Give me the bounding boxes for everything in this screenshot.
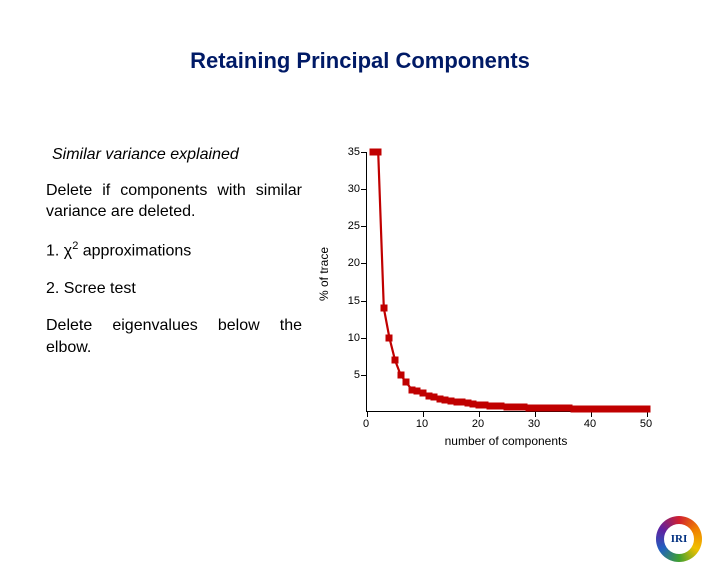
data-point [397,371,404,378]
list-item-1: 1. χ2 approximations [46,239,302,262]
data-point [644,406,651,413]
item1-suffix: approximations [78,242,191,259]
text-column: Similar variance explained Delete if com… [46,144,302,454]
y-tick [361,263,367,264]
data-point [386,334,393,341]
x-tick-label: 50 [640,418,652,430]
x-tick [535,411,536,417]
y-tick [361,301,367,302]
y-tick-label: 25 [338,220,360,232]
logo-text: IRI [664,524,694,554]
x-axis-label: number of components [366,434,646,448]
series-line [367,152,647,412]
chart-column: % of trace number of components 5 10 15 20 2… [320,144,674,454]
data-point [380,305,387,312]
y-tick [361,226,367,227]
data-point [392,357,399,364]
paragraph-2: Delete eigenvalues below the elbow. [46,315,302,358]
y-tick-label: 15 [338,295,360,307]
y-tick-label: 20 [338,257,360,269]
x-tick [479,411,480,417]
y-tick [361,189,367,190]
x-tick-label: 40 [584,418,596,430]
x-tick-label: 30 [528,418,540,430]
y-tick-label: 5 [338,369,360,381]
item1-prefix: 1. χ [46,242,72,259]
x-tick-label: 20 [472,418,484,430]
y-axis-label: % of trace [317,247,331,301]
scree-chart: % of trace number of components 51015202… [326,144,661,454]
data-point [375,149,382,156]
y-tick-label: 35 [338,146,360,158]
slide: Retaining Principal Components Similar v… [0,0,720,576]
data-point [403,379,410,386]
subtitle: Similar variance explained [52,144,302,166]
x-tick [367,411,368,417]
content-row: Similar variance explained Delete if com… [46,144,674,454]
logo-ring-icon: IRI [656,516,702,562]
paragraph-1: Delete if components with similar varian… [46,180,302,223]
logo: IRI [656,516,702,562]
list-item-2: 2. Scree test [46,278,302,300]
y-tick [361,375,367,376]
plot-area [366,152,646,412]
slide-title: Retaining Principal Components [46,48,674,74]
y-tick-label: 10 [338,332,360,344]
y-tick [361,152,367,153]
x-tick [423,411,424,417]
y-tick-label: 30 [338,183,360,195]
y-tick [361,338,367,339]
x-tick-label: 0 [363,418,369,430]
x-tick-label: 10 [416,418,428,430]
